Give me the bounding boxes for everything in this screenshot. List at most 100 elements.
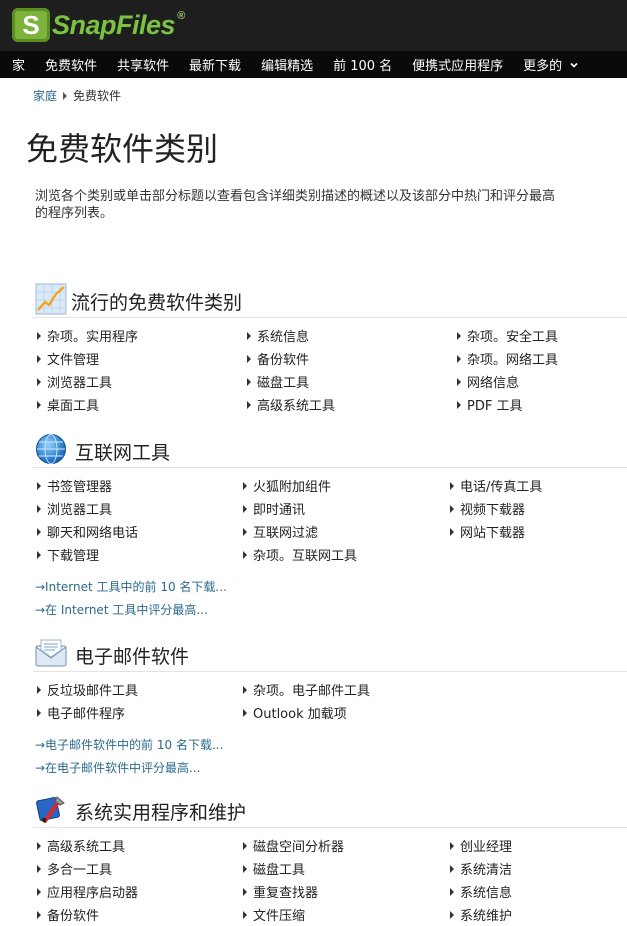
section-title[interactable]: 互联网工具 [75, 438, 170, 465]
nav-shareware[interactable]: 共享软件 [107, 51, 179, 78]
category-link[interactable]: 杂项。网络工具 [457, 349, 558, 368]
category-link[interactable]: 火狐附加组件 [243, 476, 331, 495]
category-label: 反垃圾邮件工具 [47, 684, 139, 699]
category-label: 火狐附加组件 [253, 480, 332, 495]
category-link[interactable]: 电话/传真工具 [450, 476, 542, 495]
category-link[interactable]: 杂项。实用程序 [37, 326, 138, 345]
envelope-icon [35, 639, 67, 667]
top-downloads-link[interactable]: →电子邮件软件中的前 10 名下载... [35, 736, 223, 753]
category-link[interactable]: 杂项。安全工具 [457, 326, 558, 345]
category-link[interactable]: 备份软件 [37, 905, 99, 924]
category-link[interactable]: 文件压缩 [243, 905, 305, 924]
category-link[interactable]: 书签管理器 [37, 476, 112, 495]
category-link[interactable]: 网站下载器 [450, 522, 525, 541]
category-link[interactable]: 创业经理 [450, 836, 512, 855]
category-link[interactable]: 互联网过滤 [243, 522, 318, 541]
category-label: 磁盘工具 [257, 376, 310, 391]
category-link[interactable]: 磁盘空间分析器 [243, 836, 344, 855]
breadcrumb-current: 免费软件 [73, 89, 122, 103]
arrow-right-icon [243, 841, 247, 850]
arrow-right-icon [243, 504, 247, 513]
arrow-right-icon [243, 527, 247, 536]
arrow-right-icon [457, 400, 461, 409]
category-label: 系统清洁 [460, 863, 513, 878]
arrow-right-icon [37, 685, 41, 694]
top-rated-link[interactable]: →在电子邮件软件中评分最高... [35, 759, 201, 776]
category-link[interactable]: 系统信息 [247, 326, 309, 345]
registered-mark: ® [177, 9, 185, 22]
arrow-right-icon [457, 354, 461, 363]
category-label: 多合一工具 [47, 863, 113, 878]
category-label: 杂项。实用程序 [47, 330, 139, 345]
snapfiles-logo[interactable]: S SnapFiles ® [12, 6, 185, 44]
arrow-right-icon [243, 481, 247, 490]
category-link[interactable]: 备份软件 [247, 349, 309, 368]
top-downloads-link[interactable]: →Internet 工具中的前 10 名下载... [35, 578, 227, 595]
breadcrumb-home[interactable]: 家庭 [33, 87, 57, 104]
arrow-right-icon [37, 550, 41, 559]
category-link[interactable]: 磁盘工具 [243, 859, 305, 878]
category-link[interactable]: 视频下载器 [450, 499, 525, 518]
category-link[interactable]: 网络信息 [457, 372, 519, 391]
category-label: 浏览器工具 [47, 376, 113, 391]
trending-chart-icon [35, 283, 67, 315]
category-link[interactable]: 多合一工具 [37, 859, 112, 878]
category-label: 系统信息 [460, 886, 513, 901]
category-link[interactable]: PDF 工具 [457, 395, 522, 414]
arrow-right-icon [243, 685, 247, 694]
arrow-right-icon [243, 864, 247, 873]
top-rated-link[interactable]: →在 Internet 工具中评分最高... [35, 601, 208, 618]
arrow-right-icon [37, 910, 41, 919]
arrow-right-icon [37, 504, 41, 513]
nav-portable-apps[interactable]: 便携式应用程序 [402, 51, 513, 78]
category-link[interactable]: 浏览器工具 [37, 372, 112, 391]
arrow-right-icon [37, 354, 41, 363]
category-link[interactable]: 杂项。互联网工具 [243, 545, 357, 564]
section-title[interactable]: 系统实用程序和维护 [75, 798, 246, 825]
nav-more[interactable]: 更多的 [513, 51, 589, 78]
category-label: 电话/传真工具 [460, 480, 543, 495]
category-link[interactable]: 应用程序启动器 [37, 882, 138, 901]
category-link[interactable]: 文件管理 [37, 349, 99, 368]
category-label: 网站下载器 [460, 526, 526, 541]
section-title[interactable]: 电子邮件软件 [75, 642, 189, 669]
arrow-right-icon [450, 887, 454, 896]
globe-icon [36, 434, 66, 464]
category-link[interactable]: 浏览器工具 [37, 499, 112, 518]
category-link[interactable]: 桌面工具 [37, 395, 99, 414]
category-link[interactable]: 下载管理 [37, 545, 99, 564]
category-link[interactable]: 系统维护 [450, 905, 512, 924]
section-title[interactable]: 流行的免费软件类别 [71, 288, 242, 315]
category-link[interactable]: 高级系统工具 [37, 836, 125, 855]
nav-editors-picks[interactable]: 编辑精选 [251, 51, 323, 78]
category-label: 应用程序启动器 [47, 886, 139, 901]
category-link[interactable]: 反垃圾邮件工具 [37, 680, 138, 699]
arrow-right-icon [450, 864, 454, 873]
arrow-right-icon [243, 708, 247, 717]
category-link[interactable]: 重复查找器 [243, 882, 318, 901]
category-link[interactable]: 电子邮件程序 [37, 703, 125, 722]
nav-new-downloads[interactable]: 最新下载 [179, 51, 251, 78]
category-label: 聊天和网络电话 [47, 526, 139, 541]
site-header: S SnapFiles ® [0, 0, 627, 51]
category-link[interactable]: 磁盘工具 [247, 372, 309, 391]
category-link[interactable]: Outlook 加载项 [243, 703, 347, 722]
category-link[interactable]: 系统清洁 [450, 859, 512, 878]
breadcrumb: 家庭 免费软件 [33, 87, 121, 104]
category-label: 互联网过滤 [253, 526, 319, 541]
category-link[interactable]: 杂项。电子邮件工具 [243, 680, 370, 699]
logo-s-icon: S [12, 8, 50, 42]
category-link[interactable]: 即时通讯 [243, 499, 305, 518]
arrow-right-icon [450, 910, 454, 919]
category-link[interactable]: 聊天和网络电话 [37, 522, 138, 541]
arrow-right-icon [243, 887, 247, 896]
nav-home[interactable]: 家 [0, 51, 35, 78]
nav-top-100[interactable]: 前 100 名 [323, 51, 402, 78]
arrow-right-icon [37, 527, 41, 536]
arrow-right-icon [243, 910, 247, 919]
nav-freeware[interactable]: 免费软件 [35, 51, 107, 78]
category-link[interactable]: 系统信息 [450, 882, 512, 901]
category-link[interactable]: 高级系统工具 [247, 395, 335, 414]
main-nav: 家 免费软件 共享软件 最新下载 编辑精选 前 100 名 便携式应用程序 更多… [0, 51, 627, 78]
category-label: 浏览器工具 [47, 503, 113, 518]
